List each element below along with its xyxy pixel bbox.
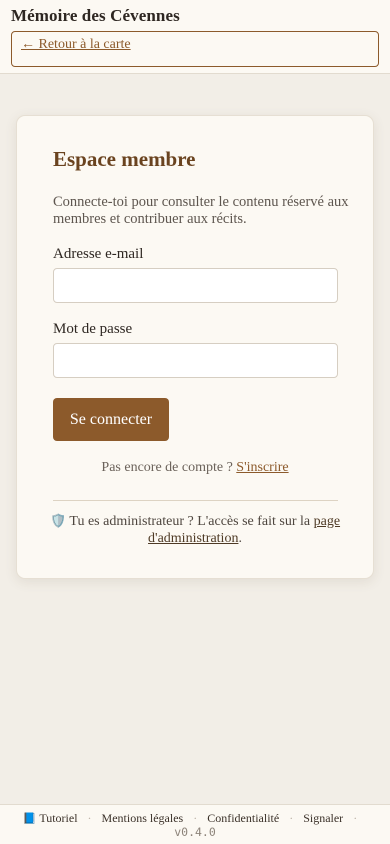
app-header: Mémoire des Cévennes ← Retour à la carte [0, 0, 390, 74]
signup-prompt: Pas encore de compte ? S'inscrire [17, 460, 373, 476]
back-to-map-link[interactable]: ← Retour à la carte [21, 37, 131, 53]
divider [53, 500, 338, 501]
separator: · [193, 811, 198, 825]
email-field[interactable] [53, 268, 338, 303]
legal-link[interactable]: Mentions légales [102, 811, 184, 825]
separator: · [289, 811, 294, 825]
login-intro: Connecte-toi pour consulter le contenu r… [53, 194, 349, 227]
app-title: Mémoire des Cévennes [11, 6, 180, 25]
admin-text: Tu es administrateur ? L'accès se fait s… [69, 514, 311, 529]
back-nav-box: ← Retour à la carte [11, 31, 379, 67]
email-label: Adresse e-mail [53, 246, 144, 262]
admin-suffix: . [238, 531, 242, 546]
login-title: Espace membre [53, 147, 196, 171]
login-card: Espace membre Connecte-toi pour consulte… [16, 115, 374, 579]
version-label: v0.4.0 [174, 825, 216, 839]
footer-links: 📘 Tutoriel · Mentions légales · Confidential… [0, 811, 390, 826]
tutorial-label: Tutoriel [39, 811, 78, 825]
report-link[interactable]: Signaler [303, 811, 343, 825]
password-label: Mot de passe [53, 321, 133, 337]
password-field[interactable] [53, 343, 338, 378]
shield-icon: 🛡️ [49, 514, 67, 529]
book-icon: 📘 [22, 812, 37, 825]
separator: · [87, 811, 92, 825]
signup-text: Pas encore de compte ? [101, 460, 233, 475]
tutorial-link[interactable]: 📘 Tutoriel [23, 811, 78, 825]
admin-notice: 🛡️ Tu es administrateur ? L'accès se fai… [37, 513, 353, 547]
privacy-link[interactable]: Confidentialité [207, 811, 279, 825]
login-button[interactable]: Se connecter [53, 398, 169, 441]
separator: · [353, 811, 358, 825]
app-footer: 📘 Tutoriel · Mentions légales · Confidential… [0, 804, 390, 844]
signup-link[interactable]: S'inscrire [236, 460, 288, 475]
